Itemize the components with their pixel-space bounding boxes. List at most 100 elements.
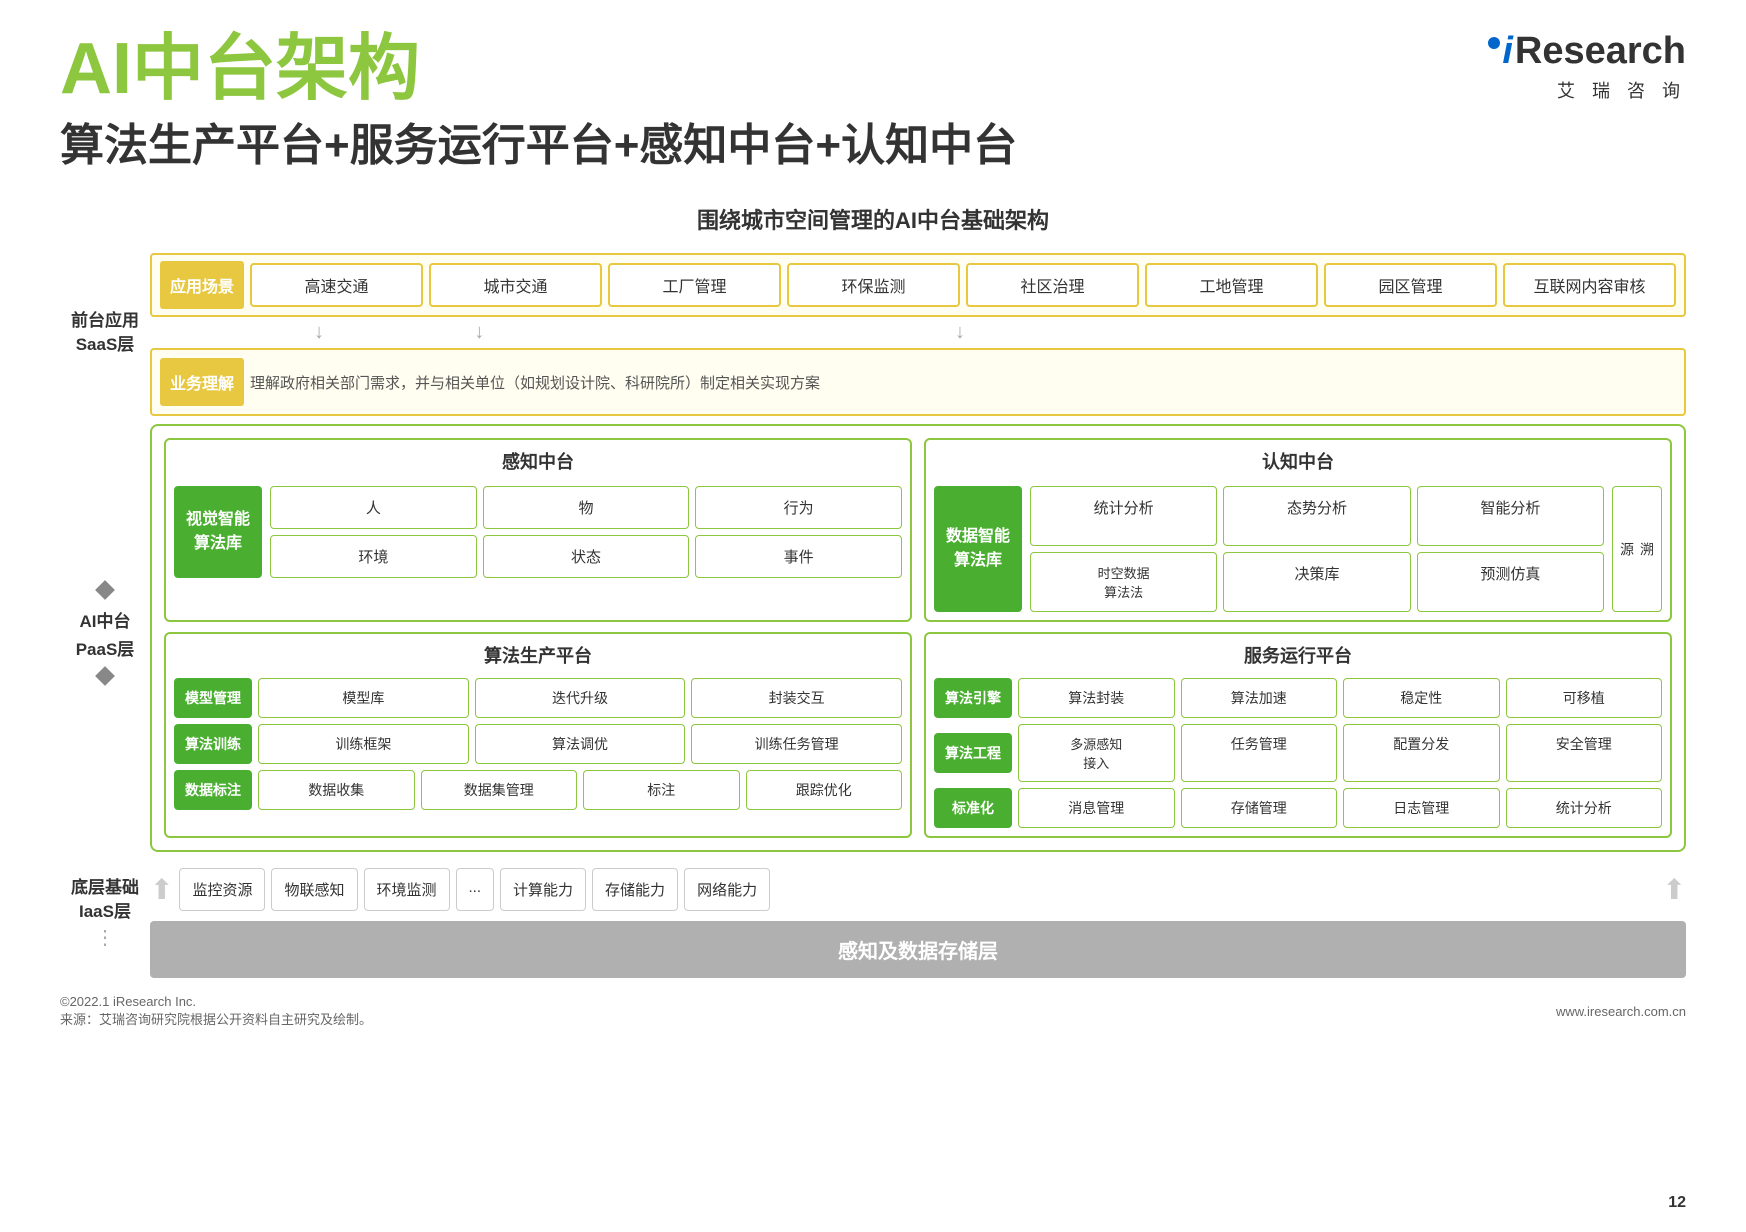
model-items: 模型库 迭代升级 封装交互 — [258, 678, 902, 718]
footer-website: www.iresearch.com.cn — [1556, 1004, 1686, 1019]
scene-item-5: 社区治理 — [966, 263, 1139, 307]
arrow-down-6 — [1043, 321, 1197, 344]
logo-area: i Research 艾 瑞 咨 询 — [1488, 30, 1686, 103]
saas-layer: 应用场景 高速交通 城市交通 工厂管理 环保监测 社区治理 工地管理 园区管理 … — [150, 253, 1686, 416]
iaas-arrow-left: ⬆ — [150, 873, 173, 906]
cog-cell-4: 时空数据算法法 — [1030, 552, 1217, 612]
arrow-down-9 — [1524, 321, 1678, 344]
label-item-3: 标注 — [583, 770, 740, 810]
engine-item-1: 算法封装 — [1018, 678, 1175, 718]
arrow-down-1: ↓ — [242, 321, 396, 344]
business-content: 理解政府相关部门需求，并与相关单位（如规划设计院、科研院所）制定相关实现方案 — [250, 372, 1676, 393]
arrow-down-2: ↓ — [402, 321, 556, 344]
scene-items: 高速交通 城市交通 工厂管理 环保监测 社区治理 工地管理 园区管理 互联网内容… — [250, 263, 1676, 307]
std-item-4: 统计分析 — [1506, 788, 1663, 828]
iaas-item-4: 计算能力 — [500, 868, 586, 911]
service-platform: 服务运行平台 算法引擎 算法封装 算法加速 稳定性 可移植 算法工程 — [924, 632, 1672, 838]
data-algo-lib: 数据智能算法库 — [934, 486, 1022, 612]
scene-item-2: 城市交通 — [429, 263, 602, 307]
algo-eng-items: 多源感知接入 任务管理 配置分发 安全管理 — [1018, 724, 1662, 782]
algo-engine-label: 算法引擎 — [934, 678, 1012, 718]
algo-eng-item-1: 任务管理 — [1181, 724, 1338, 782]
iaas-top-row: ⬆ 监控资源 物联感知 环境监测 ... 计算能力 存储能力 网络能力 ⬆ — [150, 864, 1686, 915]
logo-top: i Research — [1488, 30, 1686, 73]
perception-cell-2: 物 — [483, 486, 690, 529]
service-row-3: 标准化 消息管理 存储管理 日志管理 统计分析 — [934, 788, 1662, 828]
iaas-item-5: 存储能力 — [592, 868, 678, 911]
algo-eng-label: 算法工程 — [934, 733, 1012, 773]
service-title: 服务运行平台 — [934, 642, 1662, 668]
cognition-inner: 数据智能算法库 统计分析 态势分析 智能分析 时空数据算法法 决策库 预测仿真 … — [934, 486, 1662, 612]
business-row: 业务理解 理解政府相关部门需求，并与相关单位（如规划设计院、科研院所）制定相关实… — [150, 348, 1686, 416]
scene-item-6: 工地管理 — [1145, 263, 1318, 307]
std-item-2: 存储管理 — [1181, 788, 1338, 828]
page-number: 12 — [1668, 1194, 1686, 1212]
footer: ©2022.1 iResearch Inc. 来源：艾瑞咨询研究院根据公开资料自… — [60, 994, 1686, 1028]
paas-top-row: 感知中台 视觉智能算法库 人 物 行为 环境 状态 事件 — [164, 438, 1672, 622]
subtitle: 算法生产平台+服务运行平台+感知中台+认知中台 — [60, 109, 1017, 173]
label-items: 数据收集 数据集管理 标注 跟踪优化 — [258, 770, 902, 810]
scene-item-3: 工厂管理 — [608, 263, 781, 307]
algo-prod-row-3: 数据标注 数据收集 数据集管理 标注 跟踪优化 — [174, 770, 902, 810]
train-item-3: 训练任务管理 — [691, 724, 902, 764]
engine-item-4: 可移植 — [1506, 678, 1663, 718]
model-mgmt-label: 模型管理 — [174, 678, 252, 718]
perception-cell-4: 环境 — [270, 535, 477, 578]
algo-prod-row-1: 模型管理 模型库 迭代升级 封装交互 — [174, 678, 902, 718]
logo-dot-icon — [1488, 37, 1500, 49]
page: AI中台架构 算法生产平台+服务运行平台+感知中台+认知中台 i Researc… — [0, 0, 1746, 1232]
iaas-item-6: 网络能力 — [684, 868, 770, 911]
perception-cell-5: 状态 — [483, 535, 690, 578]
model-item-3: 封装交互 — [691, 678, 902, 718]
cog-cell-6: 预测仿真 — [1417, 552, 1604, 612]
std-item-1: 消息管理 — [1018, 788, 1175, 828]
perception-cell-6: 事件 — [695, 535, 902, 578]
iaas-item-1: 监控资源 — [179, 868, 265, 911]
paas-bottom-row: 算法生产平台 模型管理 模型库 迭代升级 封装交互 算法训练 — [164, 632, 1672, 838]
std-items: 消息管理 存储管理 日志管理 统计分析 — [1018, 788, 1662, 828]
train-items: 训练框架 算法调优 训练任务管理 — [258, 724, 902, 764]
arrows-row: ↓ ↓ ↓ — [150, 321, 1686, 344]
perception-cell-1: 人 — [270, 486, 477, 529]
title-block: AI中台架构 算法生产平台+服务运行平台+感知中台+认知中台 — [60, 30, 1017, 193]
cog-cell-3: 智能分析 — [1417, 486, 1604, 546]
iaas-item-3: 环境监测 — [364, 868, 450, 911]
logo-chinese: 艾 瑞 咨 询 — [1557, 77, 1686, 103]
arrow-down-3 — [562, 321, 716, 344]
scene-item-1: 高速交通 — [250, 263, 423, 307]
label-iaas: 底层基础 IaaS层 ⋮ — [60, 853, 150, 973]
source-text: 来源：艾瑞咨询研究院根据公开资料自主研究及绘制。 — [60, 1009, 372, 1028]
standardize-label: 标准化 — [934, 788, 1012, 828]
section-title: 围绕城市空间管理的AI中台基础架构 — [60, 203, 1686, 235]
algo-production: 算法生产平台 模型管理 模型库 迭代升级 封装交互 算法训练 — [164, 632, 912, 838]
diamond-icon-2 — [95, 667, 115, 687]
iaas-item-2: 物联感知 — [271, 868, 357, 911]
logo-research: Research — [1515, 30, 1686, 73]
cog-cell-1: 统计分析 — [1030, 486, 1217, 546]
arrow-down-4 — [723, 321, 877, 344]
logo-i: i — [1502, 30, 1513, 73]
label-base: 底层基础 — [71, 876, 139, 900]
perception-cell-3: 行为 — [695, 486, 902, 529]
data-label-label: 数据标注 — [174, 770, 252, 810]
label-ai-paas: AI中台 — [80, 610, 131, 634]
algo-prod-row-2: 算法训练 训练框架 算法调优 训练任务管理 — [174, 724, 902, 764]
iaas-storage-layer: 感知及数据存储层 — [150, 921, 1686, 978]
cognition-grid: 统计分析 态势分析 智能分析 时空数据算法法 决策库 预测仿真 — [1030, 486, 1604, 612]
label-paas-text: PaaS层 — [76, 638, 135, 662]
traceback-col: 溯源 — [1612, 486, 1662, 612]
cognition-platform: 认知中台 数据智能算法库 统计分析 态势分析 智能分析 时空数据算法法 决策库 … — [924, 438, 1672, 622]
perception-title: 感知中台 — [174, 448, 902, 474]
label-front-app: 前台应用 — [71, 309, 139, 333]
engine-item-2: 算法加速 — [1181, 678, 1338, 718]
scene-item-8: 互联网内容审核 — [1503, 263, 1676, 307]
cognition-title: 认知中台 — [934, 448, 1662, 474]
main-title: AI中台架构 — [60, 30, 1017, 109]
app-scene-label: 应用场景 — [160, 261, 244, 309]
engine-items: 算法封装 算法加速 稳定性 可移植 — [1018, 678, 1662, 718]
main-content: 应用场景 高速交通 城市交通 工厂管理 环保监测 社区治理 工地管理 园区管理 … — [150, 253, 1686, 978]
algo-eng-item-3: 安全管理 — [1506, 724, 1663, 782]
std-item-3: 日志管理 — [1343, 788, 1500, 828]
perception-inner: 视觉智能算法库 人 物 行为 环境 状态 事件 — [174, 486, 902, 578]
label-paas: AI中台 PaaS层 — [60, 413, 150, 853]
